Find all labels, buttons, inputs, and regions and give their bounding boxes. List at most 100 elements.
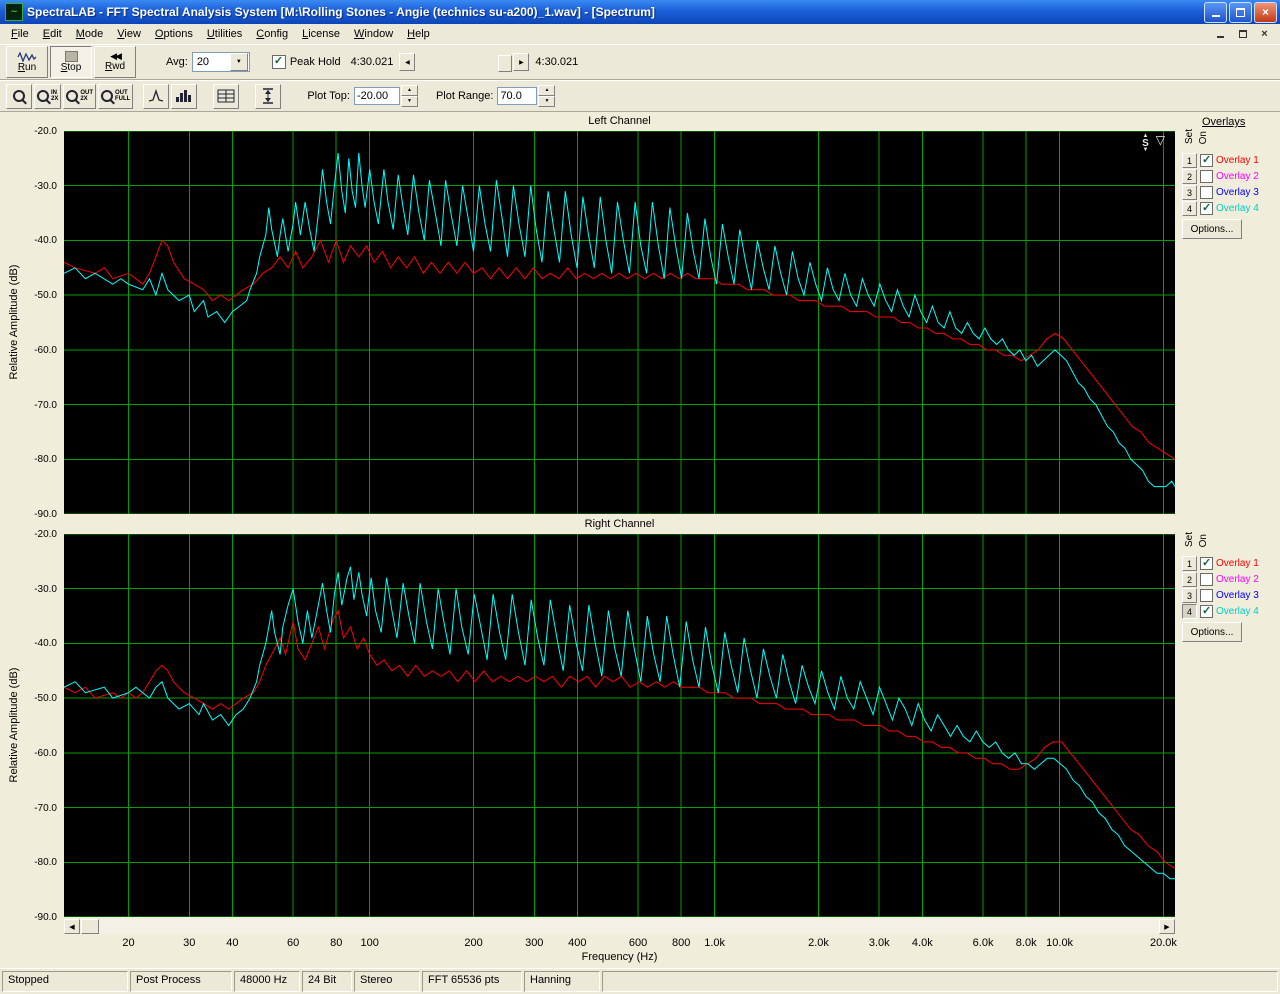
overlay-2-label: Overlay 2 bbox=[1216, 171, 1259, 182]
trace-overlay-4 bbox=[64, 566, 1175, 880]
x-tick-label: 4.0k bbox=[911, 937, 933, 949]
menu-config[interactable]: Config bbox=[249, 26, 295, 42]
overlay-3-label: Overlay 3 bbox=[1216, 590, 1259, 601]
y-tick-label: -20.0 bbox=[34, 126, 57, 137]
menu-view[interactable]: View bbox=[110, 26, 148, 42]
scale-cursor-icon[interactable]: ▲ S ▼ bbox=[1142, 133, 1149, 153]
magnifier-icon bbox=[101, 90, 114, 102]
position-right-arrow-button[interactable]: ▶ bbox=[513, 53, 530, 71]
status-bit-depth: 24 Bit bbox=[302, 971, 352, 992]
overlay-1-set-button[interactable]: 1 bbox=[1182, 556, 1197, 571]
menu-mode[interactable]: Mode bbox=[69, 26, 111, 42]
overlay-4-set-button[interactable]: 4 bbox=[1182, 201, 1197, 216]
transport-toolbar: Run Stop ◀◀ Rwd Avg: 20 ▼ Peak Hold 4:30… bbox=[0, 44, 1280, 80]
overlay-3-checkbox[interactable] bbox=[1200, 589, 1213, 602]
y-axis-ticks: -20.0 -30.0 -40.0 -50.0 -60.0 -70.0 -80.0 -90.0 bbox=[0, 529, 60, 923]
overlay-options-button-bottom[interactable]: Options... bbox=[1182, 622, 1242, 642]
y-tick-label: -30.0 bbox=[34, 583, 57, 595]
mdi-close-button[interactable]: × bbox=[1255, 25, 1274, 43]
avg-dropdown[interactable]: 20 ▼ bbox=[191, 52, 250, 72]
frequency-scrollbar[interactable]: ◀ ▶ bbox=[64, 919, 1175, 934]
peak-curve-button[interactable] bbox=[143, 83, 170, 109]
overlay-options-button-top[interactable]: Options... bbox=[1182, 219, 1242, 239]
status-sample-rate: 48000 Hz bbox=[234, 971, 300, 992]
overlay-4-label: Overlay 4 bbox=[1216, 606, 1259, 617]
menu-help[interactable]: Help bbox=[400, 26, 437, 42]
overlay-row: 4 Overlay 4 bbox=[1182, 604, 1259, 619]
x-tick-label: 60 bbox=[287, 937, 300, 949]
status-run-state: Stopped bbox=[2, 971, 128, 992]
x-tick-label: 300 bbox=[525, 937, 544, 949]
close-button[interactable]: × bbox=[1254, 1, 1277, 23]
plot-range-label: Plot Range: bbox=[435, 90, 494, 102]
scroll-right-button[interactable]: ▶ bbox=[1159, 919, 1175, 934]
overlay-1-set-button[interactable]: 1 bbox=[1182, 153, 1197, 168]
overlay-2-set-button[interactable]: 2 bbox=[1182, 169, 1197, 184]
left-channel-plot[interactable] bbox=[64, 131, 1175, 514]
overlay-2-label: Overlay 2 bbox=[1216, 574, 1259, 585]
vertical-range-icon bbox=[263, 88, 274, 104]
overlay-row: 1 Overlay 1 bbox=[1182, 556, 1259, 571]
x-tick-label: 40 bbox=[226, 937, 239, 949]
spectrum-bars-button[interactable] bbox=[171, 83, 198, 109]
stop-button[interactable]: Stop bbox=[50, 46, 92, 78]
scrollbar-thumb[interactable] bbox=[81, 919, 99, 934]
avg-value: 20 bbox=[196, 56, 210, 68]
plot-range-input[interactable] bbox=[497, 87, 538, 105]
zoom-button[interactable] bbox=[6, 83, 32, 109]
restore-button[interactable] bbox=[1229, 1, 1252, 23]
overlay-1-checkbox[interactable] bbox=[1200, 153, 1213, 167]
overlay-3-set-button[interactable]: 3 bbox=[1182, 185, 1197, 200]
spin-up-icon[interactable]: ▲ bbox=[538, 85, 556, 96]
menu-file[interactable]: File bbox=[4, 26, 36, 42]
rewind-button[interactable]: ◀◀ Rwd bbox=[94, 46, 136, 78]
overlay-4-checkbox[interactable] bbox=[1200, 201, 1213, 215]
spin-up-icon[interactable]: ▲ bbox=[400, 85, 418, 96]
position-slider[interactable] bbox=[416, 54, 513, 72]
chevron-down-icon[interactable]: ▼ bbox=[229, 53, 248, 71]
menu-options[interactable]: Options bbox=[148, 26, 200, 42]
menu-window[interactable]: Window bbox=[347, 26, 400, 42]
overlay-2-checkbox[interactable] bbox=[1200, 573, 1213, 586]
minimize-button[interactable] bbox=[1204, 1, 1227, 23]
y-tick-label: -80.0 bbox=[34, 454, 57, 466]
spin-down-icon[interactable]: ▼ bbox=[538, 96, 556, 107]
y-tick-label: -40.0 bbox=[34, 638, 57, 650]
status-bar: Stopped Post Process 48000 Hz 24 Bit Ste… bbox=[0, 968, 1280, 994]
menu-license[interactable]: License bbox=[295, 26, 347, 42]
peak-hold-checkbox[interactable] bbox=[271, 54, 286, 69]
overlay-3-checkbox[interactable] bbox=[1200, 186, 1213, 199]
plot-top-input[interactable] bbox=[353, 87, 400, 105]
position-left-arrow-button[interactable]: ◀ bbox=[399, 53, 416, 71]
x-tick-label: 80 bbox=[330, 937, 343, 949]
display-grid-button[interactable] bbox=[213, 83, 240, 109]
x-tick-label: 30 bbox=[183, 937, 196, 949]
zoom-in-2x-button[interactable]: IN 2X bbox=[34, 83, 62, 109]
plot-top-spinner: ▲ ▼ bbox=[400, 85, 418, 107]
y-tick-label: -40.0 bbox=[34, 235, 57, 247]
stop-icon bbox=[64, 51, 78, 62]
right-channel-plot[interactable] bbox=[64, 534, 1175, 917]
zoom-out-full-button[interactable]: OUT FULL bbox=[98, 83, 134, 109]
app-icon: ∼ bbox=[5, 3, 23, 21]
overlay-4-checkbox[interactable] bbox=[1200, 604, 1213, 618]
scroll-left-button[interactable]: ◀ bbox=[64, 919, 80, 934]
menu-utilities[interactable]: Utilities bbox=[200, 26, 249, 42]
overlay-2-set-button[interactable]: 2 bbox=[1182, 572, 1197, 587]
overlay-3-set-button[interactable]: 3 bbox=[1182, 588, 1197, 603]
vertical-scale-button[interactable] bbox=[255, 83, 282, 109]
marker-cursor-icon[interactable]: ▽ bbox=[1156, 134, 1165, 146]
zoom-out-2x-button[interactable]: OUT 2X bbox=[63, 83, 97, 109]
x-tick-label: 800 bbox=[672, 937, 691, 949]
on-column-label: On bbox=[1198, 131, 1209, 145]
mdi-minimize-button[interactable] bbox=[1211, 25, 1230, 43]
overlay-2-checkbox[interactable] bbox=[1200, 170, 1213, 183]
run-button[interactable]: Run bbox=[6, 46, 48, 78]
position-slider-thumb[interactable] bbox=[498, 54, 513, 72]
spin-down-icon[interactable]: ▼ bbox=[400, 96, 418, 107]
x-tick-label: 200 bbox=[464, 937, 483, 949]
menu-edit[interactable]: Edit bbox=[36, 26, 69, 42]
overlay-4-set-button[interactable]: 4 bbox=[1182, 604, 1197, 619]
mdi-restore-button[interactable] bbox=[1233, 25, 1252, 43]
overlay-1-checkbox[interactable] bbox=[1200, 556, 1213, 570]
